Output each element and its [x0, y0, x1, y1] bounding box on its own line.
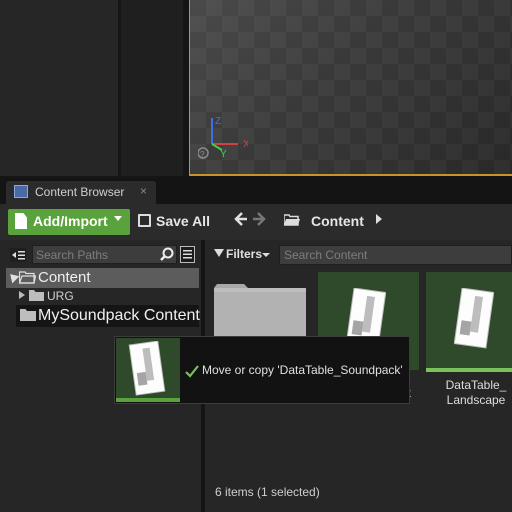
axis-gizmo-icon: Z X Y ? — [198, 116, 248, 160]
asset-tile-datatable-landscape[interactable] — [426, 272, 512, 370]
folder-icon — [29, 290, 44, 301]
asset-tile-label: DataTable_ Landscape — [445, 378, 507, 407]
search-content-placeholder: Search Content — [284, 248, 368, 262]
breadcrumb-chevron-icon[interactable] — [376, 214, 382, 224]
data-table-icon — [128, 341, 166, 396]
side-panel — [0, 0, 118, 176]
folder-icon — [20, 309, 36, 321]
asset-type-bar — [426, 368, 512, 372]
svg-text:Y: Y — [220, 149, 227, 160]
search-icon[interactable] — [160, 247, 174, 261]
search-paths-placeholder: Search Paths — [36, 248, 109, 262]
add-file-icon — [15, 213, 27, 229]
svg-text:Z: Z — [215, 116, 221, 127]
checkmark-icon — [185, 365, 199, 378]
side-panel-secondary — [121, 0, 183, 176]
back-arrow-icon[interactable] — [232, 211, 248, 232]
save-icon[interactable] — [138, 214, 151, 227]
drag-drop-message: Move or copy 'DataTable_Soundpack' — [202, 363, 403, 377]
tree-item-label: Content — [38, 269, 91, 286]
chevron-down-icon — [262, 253, 270, 257]
filter-icon — [214, 249, 224, 257]
svg-text:X: X — [243, 139, 248, 150]
status-text: 6 items (1 selected) — [215, 485, 320, 499]
data-table-icon — [454, 288, 494, 349]
svg-text:?: ? — [200, 150, 205, 159]
tree-item-urg[interactable]: URG — [47, 289, 74, 303]
tab-close-button[interactable]: × — [140, 184, 147, 198]
list-view-icon[interactable] — [180, 246, 195, 263]
chevron-down-icon — [114, 216, 122, 221]
filters-label: Filters — [226, 247, 263, 261]
tab-label: Content Browser — [35, 185, 125, 199]
breadcrumb-content[interactable]: Content — [311, 213, 364, 229]
save-all-button[interactable]: Save All — [156, 213, 210, 229]
tree-toggle-icon[interactable] — [10, 248, 26, 262]
folder-open-icon — [284, 214, 300, 226]
drag-thumbnail — [116, 338, 180, 400]
level-viewport[interactable]: Z X Y ? — [189, 0, 512, 176]
content-browser-icon — [14, 185, 28, 198]
forward-arrow-icon[interactable] — [252, 211, 268, 232]
folder-open-icon — [19, 271, 36, 284]
asset-type-bar — [116, 398, 180, 402]
tree-item-label: MySoundpack Content — [38, 307, 200, 324]
collapse-arrow-icon[interactable] — [19, 291, 25, 299]
add-import-label: Add/Import — [33, 213, 108, 229]
